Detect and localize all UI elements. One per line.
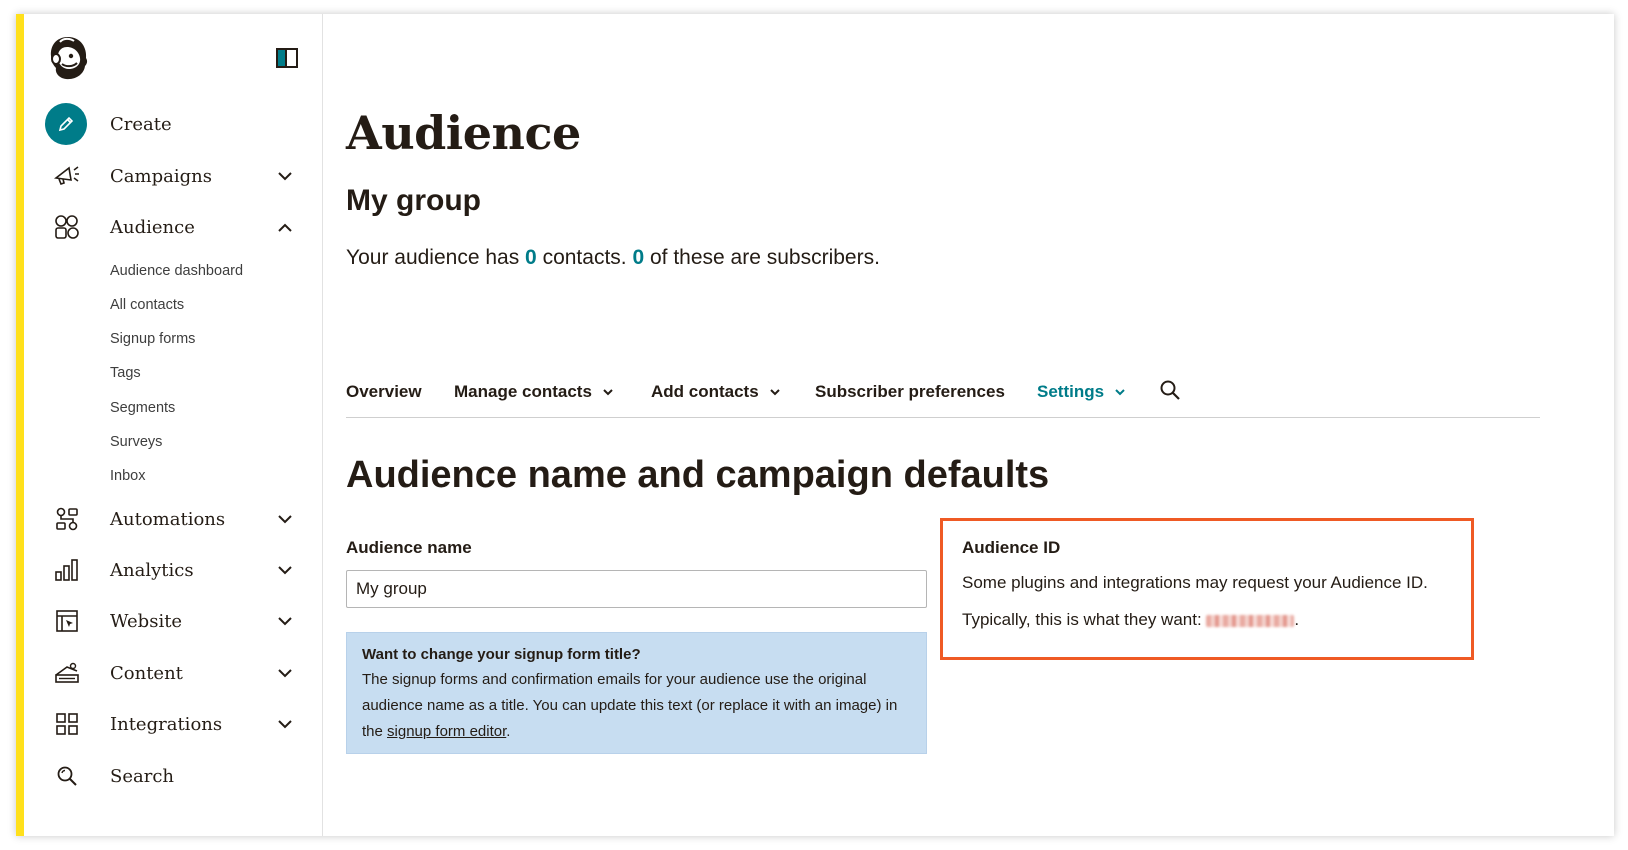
tabs-search-button[interactable] (1159, 379, 1181, 406)
nav-search-label: Search (110, 765, 174, 787)
signup-form-editor-link[interactable]: signup form editor (387, 723, 506, 740)
audience-group-name: My group (346, 184, 481, 217)
audience-id-value-line: Typically, this is what they want: . (962, 610, 1452, 630)
chevron-down-icon (1114, 386, 1126, 398)
subscribers-count[interactable]: 0 (632, 246, 644, 269)
nav-create-label: Create (110, 113, 172, 135)
tab-manage-contacts[interactable]: Manage contacts (454, 382, 614, 402)
subnav-segments[interactable]: Segments (110, 400, 175, 416)
chevron-down-icon[interactable] (277, 511, 293, 527)
subnav-all-contacts[interactable]: All contacts (110, 297, 184, 313)
brand-stripe (16, 14, 24, 836)
sidebar-toggle-icon[interactable] (276, 48, 298, 68)
automations-icon (50, 502, 84, 536)
chevron-down-icon (602, 386, 614, 398)
subnav-audience-dashboard[interactable]: Audience dashboard (110, 263, 243, 279)
chevron-down-icon[interactable] (277, 716, 293, 732)
nav-website[interactable]: Website (24, 599, 323, 643)
nav-content[interactable]: Content (24, 651, 323, 695)
nav-automations-label: Automations (110, 508, 226, 530)
nav-campaigns-label: Campaigns (110, 165, 212, 187)
nav-campaigns[interactable]: Campaigns (24, 154, 323, 198)
summary-middle: contacts. (536, 246, 633, 269)
subnav-surveys[interactable]: Surveys (110, 434, 162, 450)
tab-settings-label: Settings (1037, 382, 1105, 401)
nav-integrations-label: Integrations (110, 713, 223, 735)
page-title: Audience (346, 106, 581, 160)
audience-id-box: Audience ID Some plugins and integration… (940, 518, 1474, 660)
chevron-down-icon[interactable] (277, 665, 293, 681)
nav-website-label: Website (110, 610, 183, 632)
tab-subscriber-preferences-label: Subscriber preferences (815, 382, 1005, 401)
audience-name-input[interactable] (346, 570, 927, 608)
search-icon (50, 759, 84, 793)
tab-overview-label: Overview (346, 382, 422, 401)
nav-analytics[interactable]: Analytics (24, 548, 323, 592)
nav-audience[interactable]: Audience (24, 205, 323, 249)
app-window: Create Campaigns Audience Audience dashb… (16, 14, 1614, 836)
nav-create[interactable]: Create (24, 102, 323, 146)
chevron-down-icon (769, 386, 781, 398)
tab-add-contacts[interactable]: Add contacts (651, 382, 781, 402)
create-button[interactable] (44, 102, 88, 146)
subnav-tags[interactable]: Tags (110, 365, 141, 381)
sidebar: Create Campaigns Audience Audience dashb… (24, 14, 323, 836)
audience-id-title: Audience ID (962, 538, 1061, 557)
tab-add-contacts-label: Add contacts (651, 382, 759, 401)
subnav-inbox[interactable]: Inbox (110, 468, 145, 484)
nav-analytics-label: Analytics (110, 559, 194, 581)
pencil-icon (45, 103, 87, 145)
content-icon (50, 656, 84, 690)
subnav-signup-forms[interactable]: Signup forms (110, 331, 195, 347)
summary-prefix: Your audience has (346, 246, 526, 269)
chevron-down-icon[interactable] (277, 562, 293, 578)
search-icon (1159, 379, 1181, 406)
megaphone-icon (50, 159, 84, 193)
tab-settings[interactable]: Settings (1037, 382, 1126, 402)
audience-id-prefix: Typically, this is what they want: (962, 610, 1207, 629)
tab-manage-contacts-label: Manage contacts (454, 382, 592, 401)
audience-summary: Your audience has 0 contacts. 0 of these… (346, 246, 880, 270)
audience-id-value-redacted[interactable] (1206, 614, 1295, 627)
contacts-count[interactable]: 0 (525, 246, 537, 269)
nav-integrations[interactable]: Integrations (24, 702, 323, 746)
chevron-down-icon[interactable] (277, 613, 293, 629)
analytics-icon (50, 553, 84, 587)
section-title: Audience name and campaign defaults (346, 454, 1050, 496)
integrations-icon (50, 707, 84, 741)
signup-title-info: Want to change your signup form title? T… (346, 632, 927, 754)
audience-icon (50, 210, 84, 244)
freddie-logo-icon[interactable] (46, 34, 90, 82)
tab-overview[interactable]: Overview (346, 382, 422, 402)
audience-id-end: . (1294, 610, 1300, 629)
chevron-up-icon[interactable] (277, 219, 293, 235)
nav-content-label: Content (110, 662, 183, 684)
info-title: Want to change your signup form title? (362, 646, 641, 663)
nav-audience-label: Audience (110, 216, 195, 238)
info-body-end: . (506, 723, 511, 740)
tab-subscriber-preferences[interactable]: Subscriber preferences (815, 382, 1005, 402)
nav-search[interactable]: Search (24, 754, 323, 798)
audience-tabs: Overview Manage contacts Add contacts Su… (346, 376, 1540, 418)
main-content: Audience My group Your audience has 0 co… (346, 14, 1576, 836)
info-body: The signup forms and confirmation emails… (362, 667, 911, 745)
chevron-down-icon[interactable] (277, 168, 293, 184)
website-icon (50, 604, 84, 638)
audience-id-description: Some plugins and integrations may reques… (962, 573, 1428, 592)
summary-suffix: of these are subscribers. (644, 246, 880, 269)
nav-automations[interactable]: Automations (24, 497, 323, 541)
audience-name-label: Audience name (346, 538, 472, 557)
